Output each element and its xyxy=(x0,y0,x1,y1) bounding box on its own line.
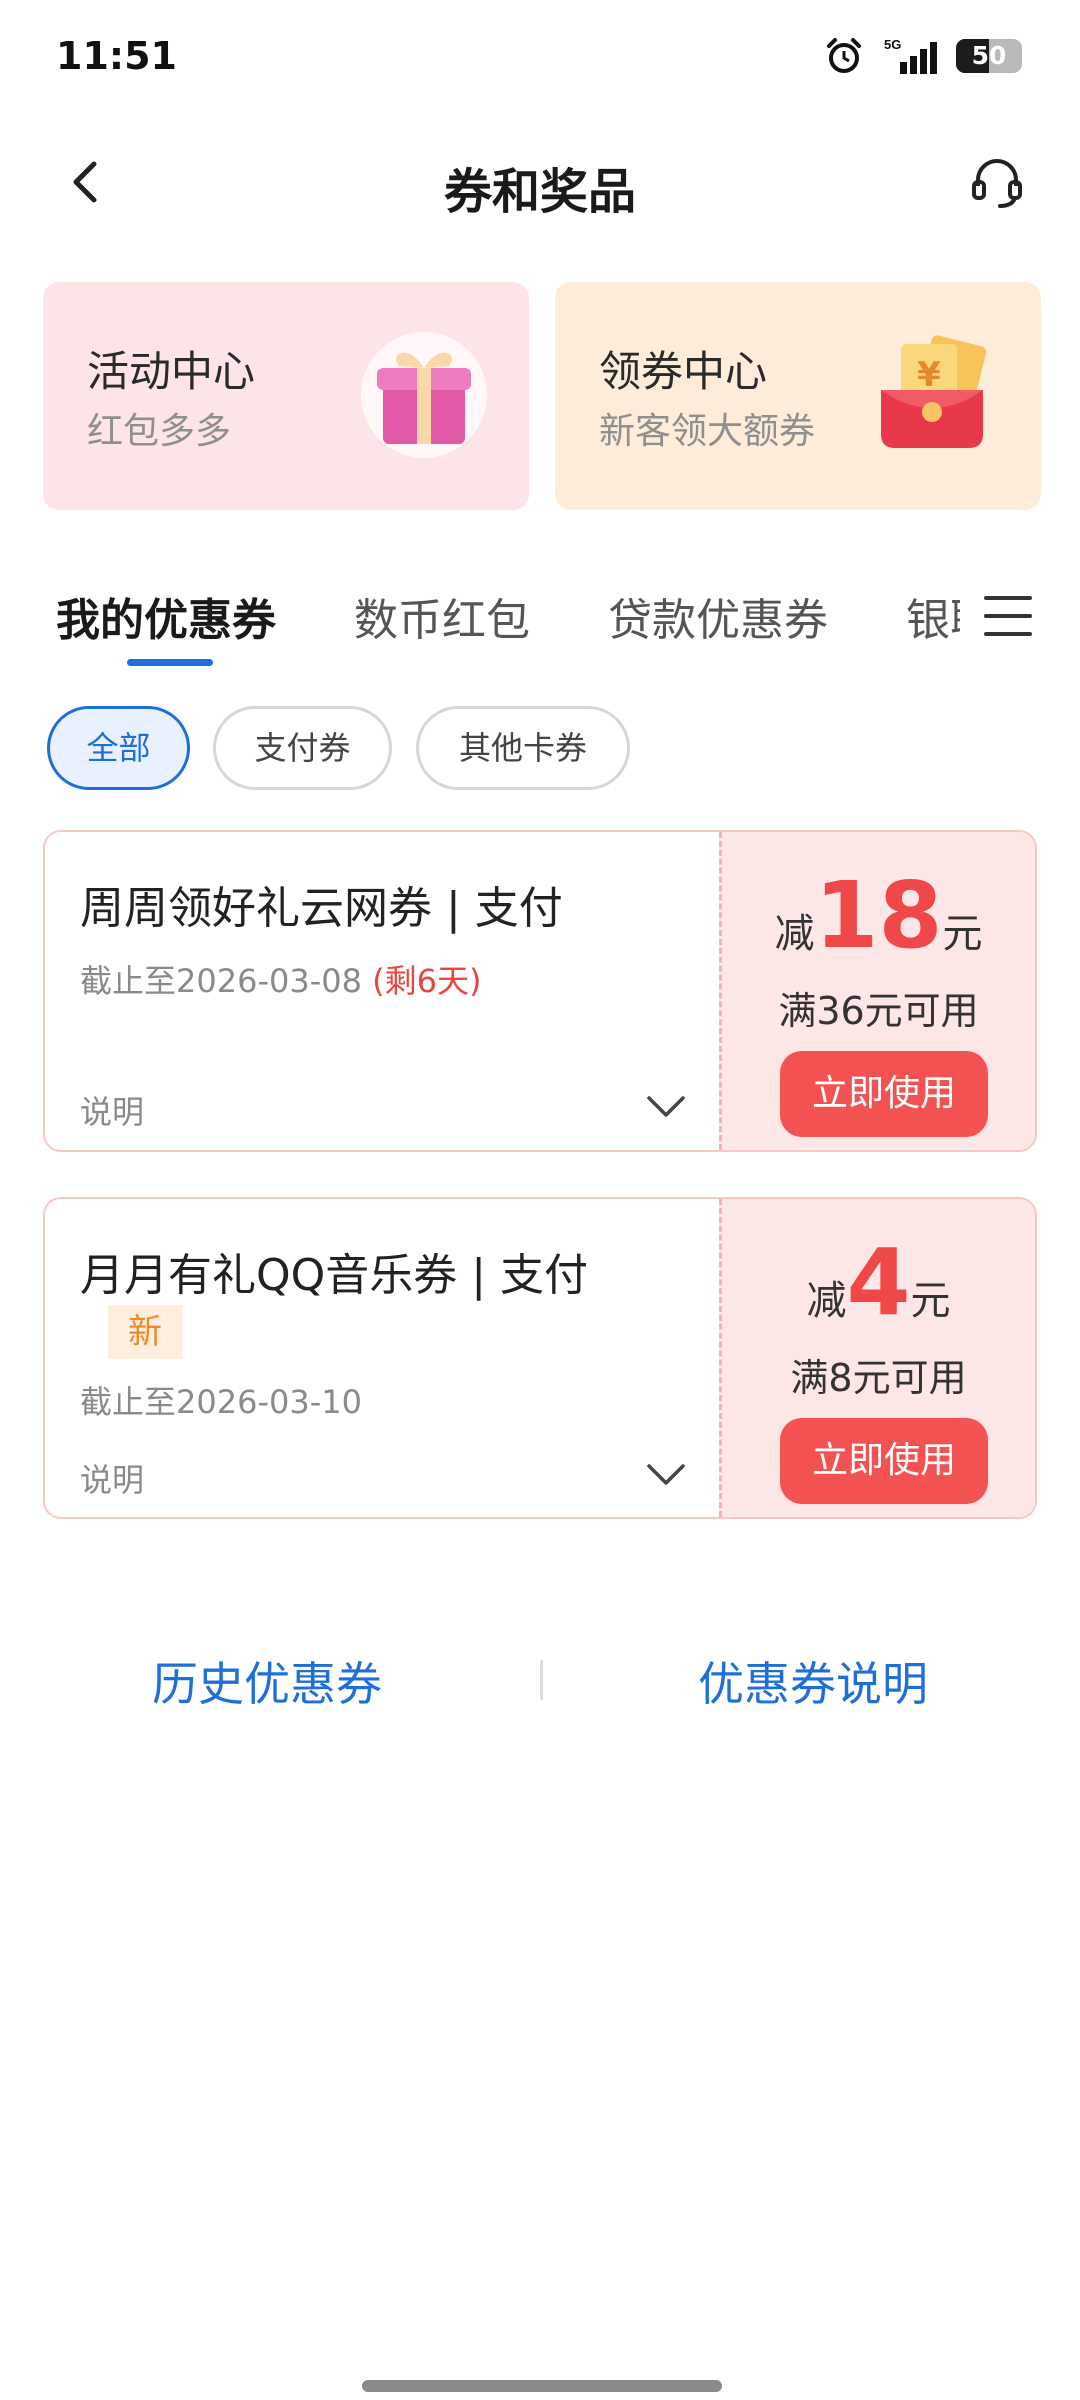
history-coupons-link[interactable]: 历史优惠券 xyxy=(152,1648,382,1714)
coupon-title: 周周领好礼云网券 | 支付 xyxy=(80,883,563,934)
coupon-explain-label[interactable]: 说明 xyxy=(80,1087,144,1133)
svg-text:¥: ¥ xyxy=(917,355,941,395)
battery-icon: 50 xyxy=(956,39,1022,73)
tab-my-coupons[interactable]: 我的优惠券 xyxy=(56,584,276,648)
filter-chip-other-cards[interactable]: 其他卡券 xyxy=(416,706,630,790)
usage-threshold: 满36元可用 xyxy=(778,989,979,1033)
battery-level: 50 xyxy=(971,41,1007,70)
use-now-button[interactable]: 立即使用 xyxy=(780,1418,988,1504)
status-icons: 5G 50 xyxy=(824,36,1022,76)
alarm-icon xyxy=(824,36,864,76)
header: 券和奖品 xyxy=(0,122,1080,242)
usage-threshold: 满8元可用 xyxy=(790,1356,967,1400)
chevron-down-icon[interactable] xyxy=(645,1454,687,1496)
deadline-date: 截止至2026-03-10 xyxy=(80,1383,362,1421)
page-title: 券和奖品 xyxy=(443,164,636,220)
active-tab-indicator xyxy=(127,659,213,666)
discount-amount: 18 xyxy=(814,862,943,969)
activity-center-title: 活动中心 xyxy=(87,347,256,396)
coupon-explain-label[interactable]: 说明 xyxy=(80,1455,144,1501)
discount-prefix: 减 xyxy=(806,1278,847,1324)
coupons-and-prizes-page: 11:51 5G 50 券和奖品 活动中心 红包多多 领券中心 新客领大额券 ¥… xyxy=(0,0,1080,2400)
coupon-info: 月月有礼QQ音乐券 | 支付 新 截止至2026-03-10 说明 xyxy=(45,1199,717,1517)
coupon-card: 月月有礼QQ音乐券 | 支付 新 截止至2026-03-10 说明 减4元 满8… xyxy=(43,1197,1037,1519)
days-remaining: (剩6天) xyxy=(372,962,482,1000)
menu-icon[interactable] xyxy=(980,588,1036,644)
signal-5g-icon: 5G xyxy=(878,36,942,76)
customer-service-headset-icon[interactable] xyxy=(968,154,1026,212)
coupon-deadline: 截止至2026-03-08 (剩6天) xyxy=(80,956,482,1002)
coupon-center-subtitle: 新客领大额券 xyxy=(599,411,816,452)
discount-amount: 4 xyxy=(846,1229,911,1336)
discount-prefix: 减 xyxy=(774,911,815,957)
tab-loan-coupons[interactable]: 贷款优惠券 xyxy=(608,584,828,648)
coupon-title: 月月有礼QQ音乐券 | 支付 xyxy=(80,1250,589,1301)
discount-unit: 元 xyxy=(910,1278,951,1324)
coupon-card: 周周领好礼云网券 | 支付 截止至2026-03-08 (剩6天) 说明 减18… xyxy=(43,830,1037,1152)
filter-chip-payment[interactable]: 支付券 xyxy=(213,706,392,790)
discount-amount-line: 减18元 xyxy=(722,862,1035,969)
coupon-center-title: 领券中心 xyxy=(599,347,768,396)
new-badge: 新 xyxy=(108,1305,182,1359)
discount-amount-line: 减4元 xyxy=(722,1229,1035,1336)
status-time: 11:51 xyxy=(56,34,177,78)
network-type-label: 5G xyxy=(884,37,901,52)
red-envelope-coupon-icon: ¥ xyxy=(881,335,987,448)
coupon-info: 周周领好礼云网券 | 支付 截止至2026-03-08 (剩6天) 说明 xyxy=(45,832,717,1150)
discount-unit: 元 xyxy=(942,911,983,957)
coupon-center-card[interactable]: 领券中心 新客领大额券 ¥ xyxy=(555,282,1041,510)
activity-center-subtitle: 红包多多 xyxy=(87,411,232,452)
chevron-down-icon[interactable] xyxy=(645,1086,687,1128)
coupon-deadline: 截止至2026-03-10 xyxy=(80,1377,362,1423)
activity-center-card[interactable]: 活动中心 红包多多 xyxy=(43,282,529,510)
link-divider xyxy=(540,1660,543,1700)
status-bar: 11:51 5G 50 xyxy=(0,0,1080,122)
coupon-value-panel: 减18元 满36元可用 立即使用 xyxy=(719,832,1035,1150)
coupon-category-tabs: 我的优惠券 数币红包 贷款优惠券 银联 xyxy=(0,570,1080,670)
filter-chip-all[interactable]: 全部 xyxy=(47,706,190,790)
tab-digital-red-packets[interactable]: 数币红包 xyxy=(354,584,530,648)
coupon-instructions-link[interactable]: 优惠券说明 xyxy=(698,1648,928,1714)
use-now-button[interactable]: 立即使用 xyxy=(780,1051,988,1137)
gift-box-icon xyxy=(361,332,487,458)
home-indicator[interactable] xyxy=(362,2380,722,2392)
deadline-date: 截止至2026-03-08 xyxy=(80,962,362,1000)
coupon-value-panel: 减4元 满8元可用 立即使用 xyxy=(719,1199,1035,1517)
